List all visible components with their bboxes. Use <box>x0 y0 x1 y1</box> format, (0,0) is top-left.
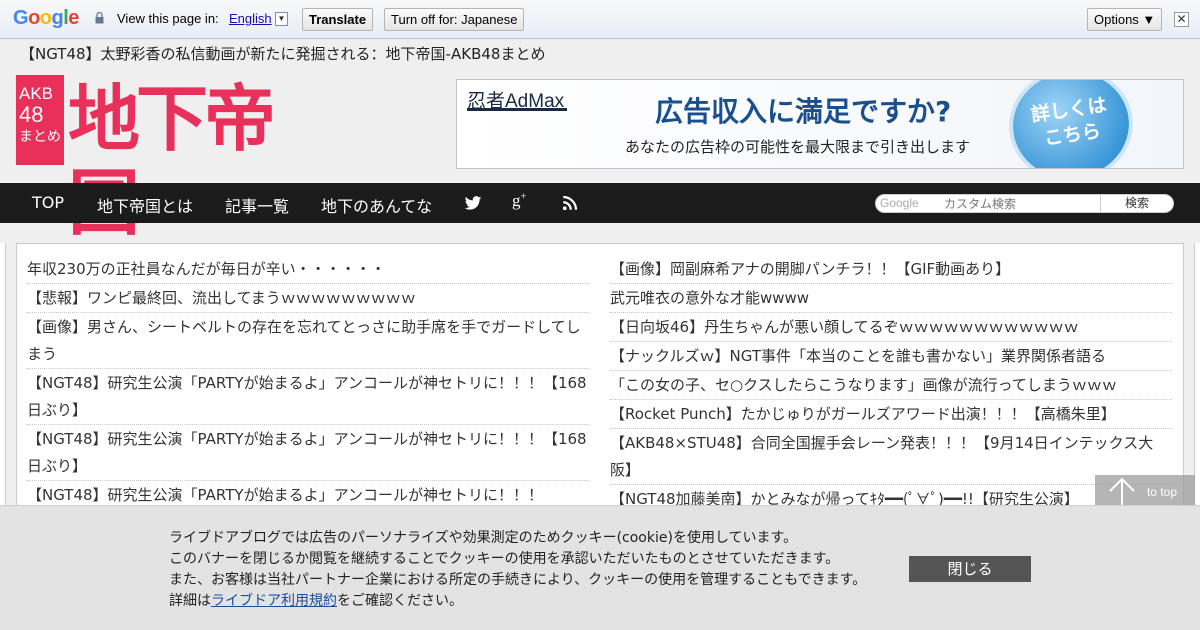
cookie-line: また、お客様は当社パートナー企業における所定の手続きにより、クッキーの使用を管理… <box>169 572 867 588</box>
list-item[interactable]: 武元唯衣の意外な才能wwww <box>610 284 1172 313</box>
article-column-left: 年収230万の正社員なんだが毎日が辛い・・・・・・ 【悲報】ワンピ最終回、流出し… <box>27 255 589 510</box>
rss-icon[interactable] <box>561 194 579 212</box>
nav-item-antenna[interactable]: 地下のあんてな <box>321 193 432 217</box>
search-box: Google 検索 <box>875 194 1174 213</box>
article-list: 年収230万の正社員なんだが毎日が辛い・・・・・・ 【悲報】ワンピ最終回、流出し… <box>16 243 1184 513</box>
cookie-line: ライブドアブログでは広告のパーソナライズや効果測定のためクッキー(cookie)… <box>169 530 798 546</box>
language-select[interactable]: English <box>229 11 272 26</box>
nav-item-articles[interactable]: 記事一覧 <box>225 193 289 217</box>
list-item[interactable]: 【悲報】ワンピ最終回、流出してまうｗｗｗｗｗｗｗｗｗ <box>27 284 589 313</box>
list-item[interactable]: 【日向坂46】丹生ちゃんが悪い顔してるぞｗｗｗｗｗｗｗｗｗｗｗｗ <box>610 313 1172 342</box>
article-column-right: 【画像】岡副麻希アナの開脚パンチラ！！【GIF動画あり】 武元唯衣の意外な才能w… <box>610 255 1172 512</box>
ad-banner[interactable]: 忍者AdMax 広告収入に満足ですか? あなたの広告枠の可能性を最大限まで引き出… <box>456 79 1184 169</box>
twitter-icon[interactable] <box>464 194 482 212</box>
to-top-button[interactable]: to top <box>1095 475 1195 508</box>
nav-item-top[interactable]: TOP <box>32 193 64 212</box>
logo-badge-line: 48 <box>19 102 44 127</box>
turn-off-button[interactable]: Turn off for: Japanese <box>384 8 525 31</box>
translate-button[interactable]: Translate <box>302 8 374 31</box>
list-item[interactable]: 【画像】岡副麻希アナの開脚パンチラ！！【GIF動画あり】 <box>610 255 1172 284</box>
ad-cta-button[interactable]: 詳しくは こちら <box>1001 80 1141 168</box>
list-item[interactable]: 【NGT48】研究生公演「PARTYが始まるよ」アンコールが神セトリに！！！【1… <box>27 425 589 481</box>
logo-badge-line: まとめ <box>19 128 61 144</box>
options-button[interactable]: Options ▼ <box>1087 8 1163 31</box>
google-plus-icon[interactable]: g+ <box>512 191 526 211</box>
left-panel-edge <box>0 243 6 513</box>
nav-item-about[interactable]: 地下帝国とは <box>97 193 193 217</box>
logo-badge: AKB 48 まとめ <box>16 75 64 165</box>
list-item[interactable]: 【AKB48×STU48】合同全国握手会レーン発表！！！【9月14日インテックス… <box>610 429 1172 485</box>
cookie-line: このバナーを閉じるか閲覧を継続することでクッキーの使用を承認いただいたものとさせ… <box>169 551 840 567</box>
cookie-close-button[interactable]: 閉じる <box>909 556 1031 582</box>
terms-link[interactable]: ライブドア利用規約 <box>211 593 337 609</box>
site-logo[interactable]: AKB 48 まとめ 地下帝国 <box>16 75 336 245</box>
cookie-banner: ライブドアブログでは広告のパーソナライズや効果測定のためクッキー(cookie)… <box>0 505 1200 630</box>
list-item[interactable]: 【ナックルズｗ】NGT事件「本当のことを誰も書かない」業界関係者語る <box>610 342 1172 371</box>
search-button[interactable]: 検索 <box>1100 195 1173 212</box>
cookie-line: 詳細はライブドア利用規約をご確認ください。 <box>169 591 866 612</box>
cookie-detail-prefix: 詳細は <box>169 593 211 609</box>
arrow-up-icon <box>1109 477 1135 507</box>
list-item[interactable]: 【NGT48】研究生公演「PARTYが始まるよ」アンコールが神セトリに！！！【1… <box>27 369 589 425</box>
close-icon[interactable]: ✕ <box>1174 12 1189 27</box>
view-page-label: View this page in: <box>117 11 219 26</box>
right-panel-edge <box>1194 243 1200 513</box>
ad-brand-underline <box>467 108 567 111</box>
lock-icon <box>95 12 104 24</box>
ad-subtext: あなたの広告枠の可能性を最大限まで引き出します <box>625 138 971 156</box>
chevron-down-icon[interactable]: ▼ <box>275 12 288 26</box>
cookie-detail-suffix: をご確認ください。 <box>337 593 463 609</box>
ad-headline: 広告収入に満足ですか? <box>655 95 952 128</box>
search-input[interactable] <box>876 195 1100 212</box>
to-top-label: to top <box>1147 485 1178 499</box>
translate-bar: Google View this page in: English ▼ Tran… <box>0 0 1200 39</box>
logo-badge-line: AKB <box>19 84 54 103</box>
google-logo: Google <box>13 7 79 29</box>
page-title: 【NGT48】太野彩香の私信動画が新たに発掘される：地下帝国-AKB48まとめ <box>20 45 546 63</box>
list-item[interactable]: 「この女の子、セ○クスしたらこうなります」画像が流行ってしまうｗｗｗ <box>610 371 1172 400</box>
list-item[interactable]: 【画像】男さん、シートベルトの存在を忘れてとっさに助手席を手でガードしてしまう <box>27 313 589 369</box>
list-item[interactable]: 【Rocket Punch】たかじゅりがガールズアワード出演！！！【高橋朱里】 <box>610 400 1172 429</box>
list-item[interactable]: 年収230万の正社員なんだが毎日が辛い・・・・・・ <box>27 255 589 284</box>
cookie-text: ライブドアブログでは広告のパーソナライズや効果測定のためクッキー(cookie)… <box>169 528 866 612</box>
